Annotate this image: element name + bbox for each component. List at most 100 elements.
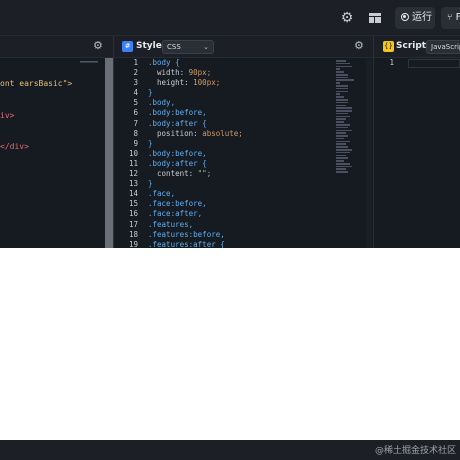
play-icon — [401, 13, 409, 21]
code-line: .body:after { — [148, 158, 207, 168]
minimap-line — [336, 171, 348, 173]
minimap-line — [336, 93, 340, 95]
css-minimap[interactable] — [336, 60, 366, 190]
minimap-line — [336, 110, 352, 112]
code-line: } — [148, 88, 153, 98]
js-current-line[interactable] — [408, 59, 460, 68]
code-line: .body:before, — [148, 108, 207, 118]
run-label: 运行 — [412, 12, 432, 23]
css-code-area[interactable]: .body { width: 90px; height: 100px;} .bod… — [148, 58, 243, 248]
line-number: 1 — [389, 58, 394, 67]
line-number: 16 — [128, 209, 138, 219]
minimap-line — [336, 65, 352, 68]
minimap-line — [336, 168, 346, 171]
code-line: .face:after, — [148, 209, 203, 219]
code-line: </div> — [0, 142, 29, 151]
minimap-line — [336, 79, 354, 82]
minimap-line — [336, 87, 348, 90]
code-line: } — [148, 138, 153, 148]
code-line: width: 90px; — [148, 68, 212, 78]
line-number: 13 — [128, 179, 138, 189]
chevron-down-icon: ⌄ — [203, 43, 209, 51]
gear-icon[interactable]: ⚙ — [338, 9, 356, 27]
footer-bar: @稀土掘金技术社区 — [0, 440, 460, 460]
line-number: 19 — [128, 239, 138, 248]
line-number: 7 — [133, 118, 138, 128]
line-number: 12 — [128, 169, 138, 179]
code-line: .features, — [148, 219, 194, 229]
code-line: ont earsBasic"> — [0, 79, 73, 88]
minimap-line — [336, 146, 348, 148]
code-line: height: 100px; — [148, 78, 221, 88]
code-line: iv> — [0, 110, 15, 120]
minimap-line — [336, 132, 346, 134]
minimap-line — [336, 101, 348, 104]
code-line: content: ""; — [148, 169, 212, 179]
minimap-line — [336, 140, 350, 143]
line-number: 2 — [133, 68, 138, 78]
minimap-line — [336, 165, 352, 168]
minimap-line — [336, 157, 348, 159]
line-number: 6 — [133, 108, 138, 118]
css-panel-title: Style — [136, 41, 162, 51]
css-language-value: CSS — [167, 43, 181, 51]
minimap-line — [336, 154, 346, 157]
css-settings-gear-icon[interactable]: ⚙ — [354, 40, 366, 52]
line-number: 3 — [133, 78, 138, 88]
code-line: } — [148, 179, 153, 189]
minimap-line — [336, 118, 346, 120]
js-panel-title: Script — [396, 41, 427, 51]
html-minimap — [80, 60, 100, 64]
minimap-line — [336, 76, 348, 79]
layout-grid-icon[interactable] — [366, 9, 384, 27]
line-number: 11 — [128, 158, 138, 168]
line-number: 4 — [133, 88, 138, 98]
code-line: .body:after { — [148, 118, 207, 128]
minimap-line — [336, 126, 348, 129]
minimap-line — [336, 85, 348, 87]
line-number: 14 — [128, 189, 138, 199]
html-code-area[interactable]: ont earsBasic"> iv> </div> — [0, 58, 72, 174]
js-badge-icon: {} — [383, 41, 394, 52]
minimap-line — [336, 90, 348, 93]
code-line: .face, — [148, 189, 176, 199]
line-number: 8 — [133, 128, 138, 138]
minimap-line — [336, 121, 344, 123]
js-line-numbers: 1 — [374, 58, 394, 68]
html-editor-panel: ⚙ ont earsBasic"> iv> </div> — [0, 36, 113, 248]
line-number: 9 — [133, 138, 138, 148]
css-badge-icon: # — [122, 41, 133, 52]
css-editor-panel: # Style CSS ⌄ ⚙ 1 2 3 4 5 6 7 8 9 10 11 12 13 14 15 16 1… — [114, 36, 373, 248]
minimap-line — [336, 151, 350, 154]
js-panel-header: {} Script JavaScript — [374, 36, 460, 58]
watermark: @稀土掘金技术社区 — [374, 446, 456, 456]
minimap-line — [336, 68, 340, 70]
html-settings-gear-icon[interactable]: ⚙ — [93, 40, 105, 52]
minimap-line — [336, 160, 344, 162]
html-panel-header: ⚙ — [0, 36, 113, 58]
fork-button[interactable]: ⑂ F — [441, 7, 460, 29]
minimap-line — [336, 60, 346, 62]
js-language-select[interactable]: JavaScript — [426, 40, 460, 54]
minimap-line — [336, 107, 352, 109]
line-number: 5 — [133, 98, 138, 108]
fork-label: F — [455, 12, 460, 23]
minimap-line — [336, 96, 344, 98]
css-language-select[interactable]: CSS ⌄ — [162, 40, 214, 54]
minimap-line — [336, 143, 346, 146]
minimap-line — [336, 129, 352, 132]
run-button[interactable]: 运行 — [395, 7, 435, 29]
line-number: 15 — [128, 199, 138, 209]
line-number: 18 — [128, 229, 138, 239]
code-line: position: absolute; — [148, 128, 243, 138]
code-line: .features:before, — [148, 229, 225, 239]
minimap-line — [336, 115, 350, 118]
preview-pane[interactable] — [0, 248, 460, 440]
html-scrollbar[interactable] — [105, 58, 113, 248]
css-scrollbar[interactable] — [366, 58, 372, 248]
minimap-line — [336, 149, 352, 151]
minimap-line — [336, 62, 350, 65]
fork-icon: ⑂ — [447, 13, 453, 23]
js-editor-panel: {} Script JavaScript 1 — [374, 36, 460, 248]
minimap-line — [336, 135, 348, 137]
